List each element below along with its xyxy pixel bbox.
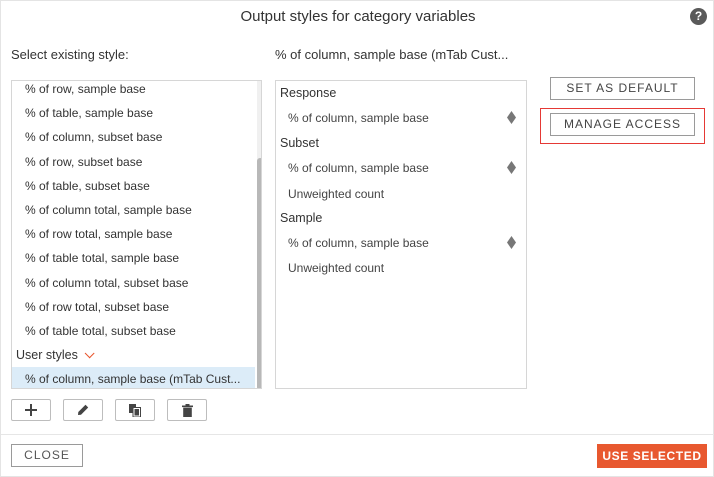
list-item[interactable]: % of column, subset base [12, 125, 255, 149]
list-item[interactable]: % of table, subset base [12, 174, 255, 198]
list-scrollbar[interactable] [257, 81, 261, 388]
list-item[interactable]: % of column total, sample base [12, 198, 255, 222]
add-style-button[interactable] [11, 399, 51, 421]
style-preview-panel: Response % of column, sample base Subset… [275, 80, 527, 389]
list-item[interactable]: % of row, subset base [12, 150, 255, 174]
preview-section-sample: Sample [280, 211, 323, 225]
reorder-diamond-icon[interactable] [507, 111, 516, 124]
reorder-diamond-icon[interactable] [507, 236, 516, 249]
preview-section-response: Response [280, 86, 337, 100]
manage-access-button[interactable]: MANAGE ACCESS [550, 113, 695, 136]
add-icon [25, 404, 37, 416]
list-item[interactable]: % of table total, sample base [12, 246, 255, 270]
output-styles-dialog: Output styles for category variables ? S… [0, 0, 714, 477]
close-button[interactable]: CLOSE [11, 444, 83, 467]
preview-item: Unweighted count [288, 261, 385, 275]
chevron-down-icon [84, 348, 95, 359]
copy-style-button[interactable] [115, 399, 155, 421]
footer-divider [1, 434, 714, 435]
delete-icon [181, 403, 193, 417]
reorder-diamond-icon[interactable] [507, 161, 516, 174]
set-as-default-button[interactable]: SET AS DEFAULT [550, 77, 695, 100]
list-item[interactable]: % of table, sample base [12, 101, 255, 125]
preview-section-subset: Subset [280, 136, 319, 150]
user-styles-group[interactable]: User styles [12, 343, 255, 367]
selected-style-item[interactable]: % of column, sample base (mTab Cust... [12, 367, 255, 388]
copy-icon [129, 403, 141, 417]
preview-title: % of column, sample base (mTab Cust... [275, 47, 509, 62]
preview-item: % of column, sample base [288, 161, 429, 175]
style-list[interactable]: % of row, sample base % of table, sample… [11, 80, 262, 389]
edit-icon [78, 404, 89, 415]
use-selected-button[interactable]: USE SELECTED [597, 444, 707, 468]
help-icon[interactable]: ? [690, 8, 707, 25]
style-list-items: % of row, sample base % of table, sample… [12, 81, 255, 388]
preview-item: Unweighted count [288, 187, 385, 201]
delete-style-button[interactable] [167, 399, 207, 421]
list-item[interactable]: % of column total, subset base [12, 271, 255, 295]
preview-item: % of column, sample base [288, 111, 429, 125]
list-item[interactable]: % of row, sample base [12, 81, 255, 101]
list-item[interactable]: % of row total, sample base [12, 222, 255, 246]
list-item[interactable]: % of row total, subset base [12, 295, 255, 319]
dialog-title: Output styles for category variables [240, 8, 476, 25]
scrollbar-thumb[interactable] [257, 158, 261, 388]
user-styles-label: User styles [16, 348, 78, 363]
preview-item: % of column, sample base [288, 236, 429, 250]
list-item[interactable]: % of table total, subset base [12, 319, 255, 343]
edit-style-button[interactable] [63, 399, 103, 421]
select-style-label: Select existing style: [11, 47, 129, 62]
